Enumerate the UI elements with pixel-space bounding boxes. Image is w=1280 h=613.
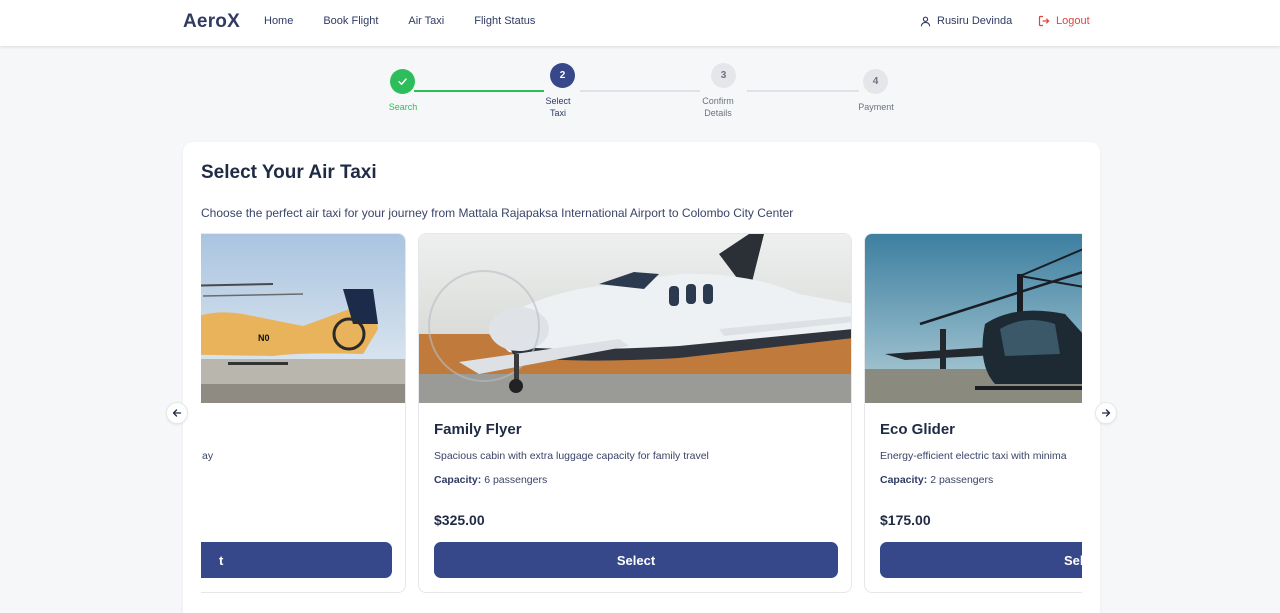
- step-connector-2: [580, 90, 700, 92]
- carousel-next-button[interactable]: [1095, 402, 1117, 424]
- step-2-label: Select Taxi: [528, 95, 588, 119]
- check-icon: [398, 78, 407, 85]
- taxi-description: Spacious cabin with extra luggage capaci…: [434, 450, 709, 462]
- taxi-carousel[interactable]: N0 ay t Family Flyer Spacious cabin with…: [201, 233, 1082, 593]
- select-taxi-button[interactable]: Select: [434, 542, 838, 578]
- capacity-label: Capacity:: [880, 474, 928, 486]
- step-1-label: Search: [388, 102, 418, 112]
- capacity-label: Capacity:: [434, 474, 482, 486]
- taxi-image-helicopter: N0: [201, 234, 405, 403]
- main-nav: Home Book Flight Air Taxi Flight Status: [264, 15, 535, 27]
- select-button-label: t: [219, 552, 224, 568]
- user-profile[interactable]: Rusiru Devinda: [920, 15, 1012, 27]
- step-3-label: Confirm Details: [688, 95, 748, 119]
- step-2-circle: 2: [550, 63, 575, 88]
- logout-icon: [1038, 15, 1050, 27]
- page-title: Select Your Air Taxi: [201, 162, 377, 183]
- booking-stepper: Search 2 Select Taxi 3 Confirm Details 4…: [0, 60, 1280, 130]
- arrow-right-icon: [1101, 409, 1111, 417]
- nav-book-flight[interactable]: Book Flight: [323, 15, 378, 27]
- select-taxi-button[interactable]: Sel: [880, 542, 1082, 578]
- step-4-label: Payment: [858, 102, 894, 112]
- nav-flight-status[interactable]: Flight Status: [474, 15, 535, 27]
- step-3-circle: 3: [711, 63, 736, 88]
- step-4-circle: 4: [863, 69, 888, 94]
- taxi-image-helicopter: [865, 234, 1082, 403]
- step-connector-3: [747, 90, 859, 92]
- taxi-name: Eco Glider: [880, 421, 956, 438]
- user-name: Rusiru Devinda: [937, 15, 1013, 27]
- step-connector-1: [414, 90, 544, 92]
- step-3-label-text: Confirm Details: [702, 96, 734, 118]
- page-subtitle: Choose the perfect air taxi for your jou…: [201, 206, 794, 220]
- taxi-card-family-flyer[interactable]: Family Flyer Spacious cabin with extra l…: [418, 233, 852, 593]
- taxi-card-eco-glider[interactable]: Eco Glider Energy-efficient electric tax…: [864, 233, 1082, 593]
- capacity-value: 6 passengers: [484, 474, 548, 486]
- taxi-card[interactable]: N0 ay t: [201, 233, 406, 593]
- taxi-price: $175.00: [880, 512, 931, 528]
- taxi-capacity: Capacity: 2 passengers: [880, 474, 993, 486]
- nav-home[interactable]: Home: [264, 15, 293, 27]
- step-1-circle: [390, 69, 415, 94]
- svg-text:N0: N0: [258, 333, 270, 343]
- step-2-label-text: Select Taxi: [545, 96, 571, 118]
- taxi-selection-panel: Select Your Air Taxi Choose the perfect …: [183, 142, 1100, 613]
- select-taxi-button[interactable]: t: [201, 542, 392, 578]
- logout-button[interactable]: Logout: [1038, 15, 1090, 27]
- capacity-value: 2 passengers: [930, 474, 994, 486]
- taxi-capacity: Capacity: 6 passengers: [434, 474, 547, 486]
- taxi-name: Family Flyer: [434, 421, 522, 438]
- taxi-image-private-plane: [419, 234, 851, 403]
- taxi-description: Energy-efficient electric taxi with mini…: [880, 450, 1067, 462]
- carousel-prev-button[interactable]: [166, 402, 188, 424]
- brand-logo[interactable]: AeroX: [183, 11, 240, 33]
- taxi-price: $325.00: [434, 512, 485, 528]
- logout-label: Logout: [1056, 15, 1090, 27]
- taxi-description: ay: [202, 450, 214, 462]
- nav-air-taxi[interactable]: Air Taxi: [408, 15, 444, 27]
- select-button-label: Sel: [1064, 552, 1082, 568]
- user-icon: [920, 16, 931, 27]
- top-navbar: AeroX Home Book Flight Air Taxi Flight S…: [0, 0, 1280, 46]
- arrow-left-icon: [172, 409, 182, 417]
